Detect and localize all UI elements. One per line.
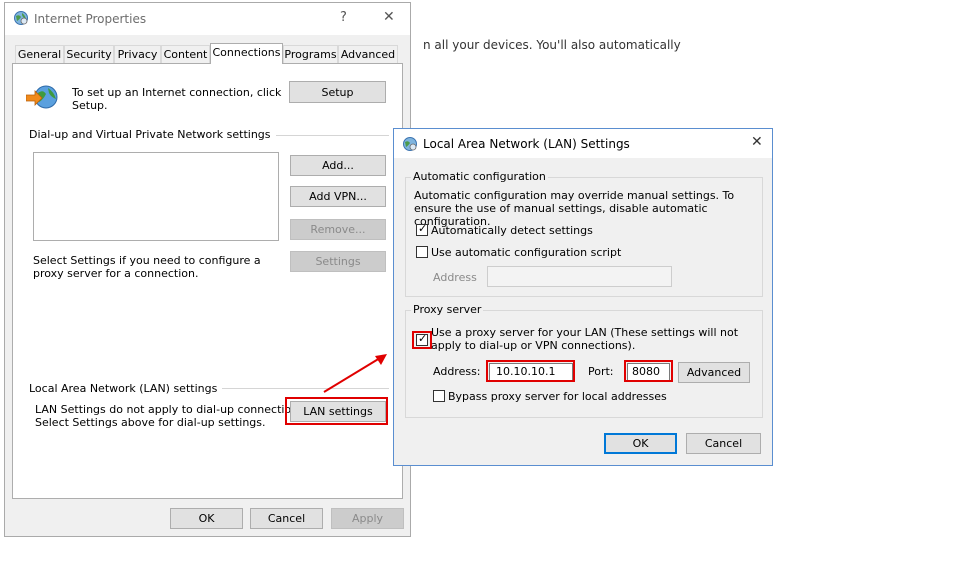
script-address-label: Address bbox=[433, 271, 477, 284]
proxy-address-label: Address: bbox=[433, 365, 481, 378]
dialup-group-label: Dial-up and Virtual Private Network sett… bbox=[29, 128, 276, 141]
setup-button[interactable]: Setup bbox=[289, 81, 386, 103]
setup-description: To set up an Internet connection, click … bbox=[72, 86, 282, 112]
add-button[interactable]: Add... bbox=[290, 155, 386, 176]
apply-button[interactable]: Apply bbox=[331, 508, 404, 529]
lan-close-icon[interactable]: ✕ bbox=[751, 134, 763, 150]
check-icon: ✓ bbox=[418, 222, 428, 235]
auto-config-description: Automatic configuration may override man… bbox=[414, 189, 735, 228]
lan-globe-icon bbox=[403, 137, 417, 151]
internet-properties-window: Internet Properties ? ✕ General Security… bbox=[4, 2, 411, 537]
remove-button[interactable]: Remove... bbox=[290, 219, 386, 240]
add-vpn-button[interactable]: Add VPN... bbox=[290, 186, 386, 207]
tab-privacy[interactable]: Privacy bbox=[114, 45, 161, 63]
internet-globe-icon bbox=[14, 11, 28, 25]
annotation-arrow-icon bbox=[323, 354, 387, 393]
auto-script-checkbox[interactable] bbox=[416, 246, 428, 258]
globe-connection-icon bbox=[26, 85, 58, 109]
ok-button[interactable]: OK bbox=[170, 508, 243, 529]
settings-button[interactable]: Settings bbox=[290, 251, 386, 272]
lan-dialog-title: Local Area Network (LAN) Settings bbox=[423, 137, 630, 151]
lan-cancel-button[interactable]: Cancel bbox=[686, 433, 761, 454]
proxy-port-highlight bbox=[624, 360, 673, 382]
auto-detect-checkbox[interactable]: ✓ bbox=[416, 222, 428, 236]
tab-general[interactable]: General bbox=[15, 45, 64, 63]
tab-connections[interactable]: Connections bbox=[210, 43, 283, 64]
auto-config-legend: Automatic configuration bbox=[411, 170, 548, 183]
lan-title-bar: Local Area Network (LAN) Settings ✕ bbox=[394, 129, 772, 158]
auto-script-label: Use automatic configuration script bbox=[431, 246, 622, 259]
bypass-local-label: Bypass proxy server for local addresses bbox=[448, 390, 667, 403]
use-proxy-checkbox-highlight bbox=[412, 331, 432, 349]
lan-settings-highlight bbox=[285, 397, 388, 425]
use-proxy-label: Use a proxy server for your LAN (These s… bbox=[431, 326, 739, 352]
lan-group-label: Local Area Network (LAN) settings bbox=[29, 382, 223, 395]
bypass-local-checkbox[interactable] bbox=[433, 390, 445, 402]
window-title: Internet Properties bbox=[34, 12, 147, 26]
connections-list[interactable] bbox=[33, 152, 279, 241]
cancel-button[interactable]: Cancel bbox=[250, 508, 323, 529]
tab-advanced[interactable]: Advanced bbox=[338, 45, 398, 63]
proxy-settings-hint: Select Settings if you need to configure… bbox=[33, 254, 261, 280]
connections-panel: To set up an Internet connection, click … bbox=[12, 63, 403, 499]
proxy-address-highlight bbox=[486, 360, 575, 382]
lan-note-line-1: LAN Settings do not apply to dial-up con… bbox=[35, 403, 308, 416]
proxy-advanced-button[interactable]: Advanced bbox=[678, 362, 750, 383]
tab-security[interactable]: Security bbox=[64, 45, 114, 63]
title-bar: Internet Properties ? ✕ bbox=[5, 3, 410, 35]
background-page-text: n all your devices. You'll also automati… bbox=[423, 38, 681, 52]
help-button[interactable]: ? bbox=[340, 10, 347, 25]
lan-note-line-2: Select Settings above for dial-up settin… bbox=[35, 416, 266, 429]
lan-ok-button[interactable]: OK bbox=[604, 433, 677, 454]
lan-settings-dialog: Local Area Network (LAN) Settings ✕ Auto… bbox=[393, 128, 773, 466]
tab-content[interactable]: Content bbox=[161, 45, 210, 63]
proxy-port-label: Port: bbox=[588, 365, 614, 378]
close-icon[interactable]: ✕ bbox=[383, 9, 395, 25]
tab-programs[interactable]: Programs bbox=[283, 45, 338, 63]
proxy-server-legend: Proxy server bbox=[411, 303, 484, 316]
auto-detect-label: Automatically detect settings bbox=[431, 224, 593, 237]
script-address-input[interactable] bbox=[487, 266, 672, 287]
